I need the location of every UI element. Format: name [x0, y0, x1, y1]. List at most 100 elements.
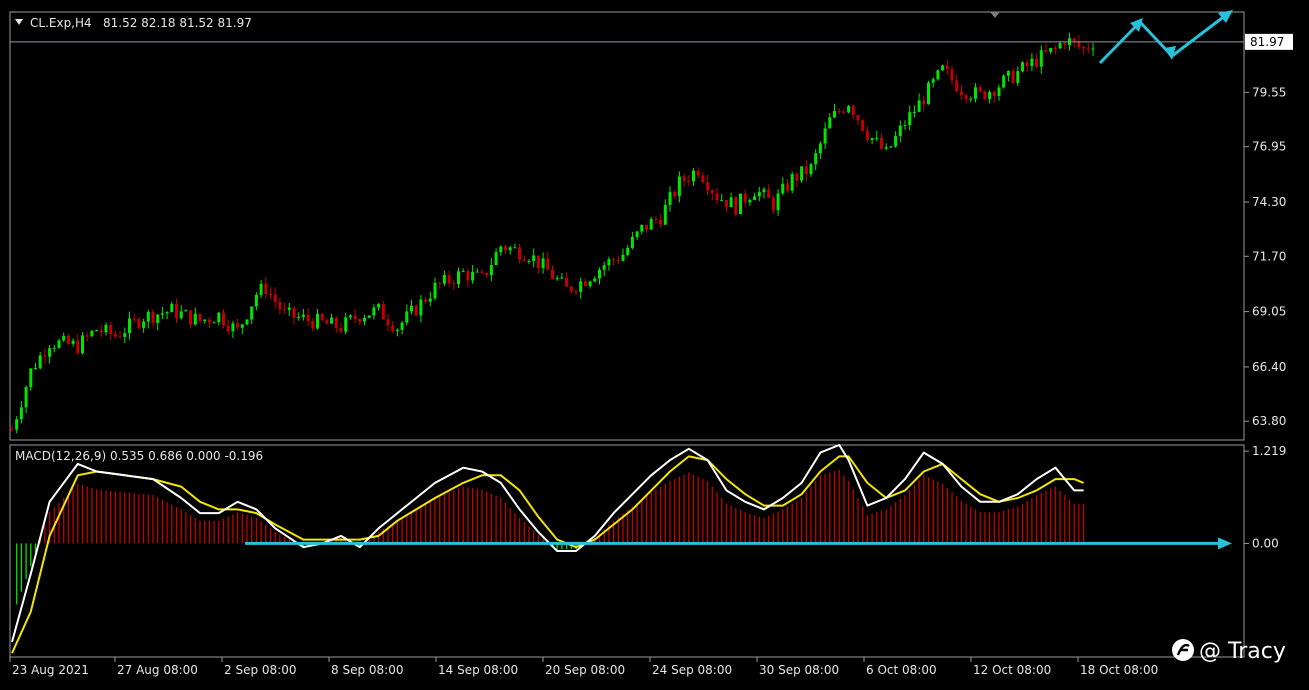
candle-body	[203, 319, 207, 322]
candle-body	[776, 193, 780, 211]
candle-body	[142, 321, 146, 328]
candle-body	[522, 259, 526, 262]
candle-body	[762, 189, 766, 193]
macd-label: MACD(12,26,9) 0.535 0.686 0.000 -0.196	[15, 449, 263, 463]
candle-body	[76, 340, 80, 354]
candle-body	[475, 271, 479, 273]
candle-body	[1002, 75, 1006, 88]
candle-body	[513, 247, 517, 249]
candle-body	[207, 319, 211, 323]
candle-body	[405, 311, 409, 323]
candle-body	[1049, 47, 1053, 52]
price-tick-label: 76.95	[1252, 140, 1286, 154]
candle-body	[922, 100, 926, 105]
candle-body	[99, 330, 103, 333]
candle-body	[419, 299, 423, 316]
candle-body	[1011, 70, 1015, 83]
candle-body	[532, 255, 536, 262]
candle-body	[668, 192, 672, 205]
candle-body	[123, 333, 127, 337]
candle-body	[1086, 48, 1090, 50]
candle-body	[894, 136, 898, 147]
candle-body	[555, 278, 559, 280]
candle-body	[978, 87, 982, 92]
candle-body	[875, 137, 879, 139]
watermark-text: @ Tracy	[1199, 639, 1286, 664]
candle-body	[137, 318, 141, 328]
candle-body	[997, 87, 1001, 96]
price-pane[interactable]	[9, 11, 1245, 441]
candle-body	[278, 301, 282, 310]
candle-body	[499, 246, 503, 253]
candle-body	[34, 368, 37, 370]
candle-body	[692, 170, 695, 182]
candle-body	[287, 307, 291, 310]
candle-body	[710, 190, 714, 194]
candle-body	[635, 231, 639, 237]
candle-body	[1025, 62, 1029, 67]
candle-body	[71, 340, 75, 344]
candle-body	[593, 278, 597, 282]
candle-body	[1063, 43, 1067, 46]
candle-body	[118, 336, 122, 338]
candle-body	[386, 319, 390, 326]
candle-body	[992, 91, 996, 96]
candle-body	[381, 303, 385, 320]
candle-body	[1058, 43, 1062, 49]
candle-body	[790, 174, 794, 191]
candle-body	[734, 197, 738, 215]
candle-body	[767, 189, 771, 198]
candle-body	[29, 368, 33, 388]
candle-body	[151, 311, 155, 323]
candle-body	[677, 176, 681, 197]
candle-body	[245, 319, 249, 325]
candle-body	[358, 319, 362, 322]
price-tick-label: 74.30	[1252, 195, 1286, 209]
candle-body	[1044, 50, 1048, 52]
candle-body	[518, 247, 522, 260]
candle-body	[739, 193, 742, 215]
macd-pane[interactable]	[9, 444, 1245, 658]
candle-body	[377, 303, 381, 308]
macd-tick-label: 0.00	[1252, 536, 1279, 550]
candle-body	[941, 65, 945, 71]
candle-body	[424, 299, 428, 302]
candle-body	[753, 196, 757, 201]
candle-body	[865, 130, 869, 140]
candle-body	[433, 282, 437, 299]
candle-body	[696, 170, 700, 176]
candle-body	[198, 313, 202, 322]
candle-body	[663, 204, 667, 225]
candle-body	[771, 197, 775, 211]
candle-body	[81, 335, 84, 354]
candle-body	[546, 258, 550, 270]
time-tick-label: 20 Sep 08:00	[545, 663, 625, 677]
price-tick-label: 79.55	[1252, 85, 1286, 99]
candle-body	[179, 311, 183, 319]
candle-body	[833, 111, 836, 118]
candle-body	[504, 246, 507, 251]
candle-body	[184, 310, 188, 312]
candle-body	[62, 335, 66, 341]
candle-body	[908, 112, 912, 126]
time-tick-label: 27 Aug 08:00	[117, 663, 198, 677]
candle-body	[569, 286, 573, 292]
candle-body	[301, 314, 305, 317]
candle-body	[964, 95, 968, 100]
trading-chart[interactable]: 63.80 66.40 69.05 71.70 74.30 76.95 79.55 81.9…	[0, 0, 1309, 690]
candle-body	[612, 259, 616, 261]
time-tick-label: 18 Oct 08:00	[1080, 663, 1158, 677]
candle-body	[781, 183, 785, 194]
candle-body	[348, 315, 352, 318]
candle-body	[165, 312, 169, 314]
candle-body	[809, 164, 813, 175]
candle-body	[706, 182, 710, 191]
candle-body	[471, 271, 475, 281]
candle-body	[983, 91, 987, 100]
candle-body	[325, 320, 329, 324]
candle-body	[804, 166, 808, 175]
candle-body	[372, 307, 376, 316]
candle-body	[616, 259, 620, 261]
time-tick-label: 2 Sep 08:00	[224, 663, 296, 677]
candle-body	[912, 111, 916, 113]
